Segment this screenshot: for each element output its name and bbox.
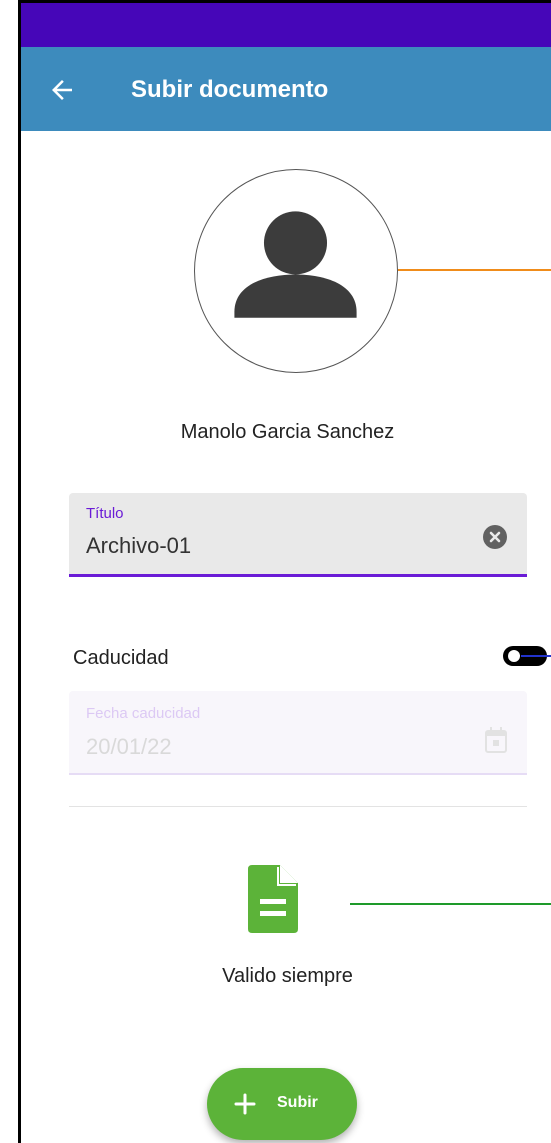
connector-line (350, 903, 551, 905)
title-field-value[interactable]: Archivo-01 (86, 533, 191, 559)
expiry-date-label: Fecha caducidad (86, 705, 201, 722)
connector-line (521, 655, 551, 657)
expiry-label: Caducidad (73, 647, 169, 669)
calendar-icon (485, 727, 507, 753)
title-field[interactable]: Título Archivo-01 (69, 493, 527, 577)
toggle-knob (508, 650, 520, 662)
divider (69, 806, 527, 807)
page-title: Subir documento (131, 76, 329, 103)
clear-circle-icon[interactable] (483, 525, 507, 549)
expiry-date-value: 20/01/22 (86, 734, 172, 759)
app-frame: Subir documento Manolo Garcia Sanchez Tí… (18, 0, 551, 1143)
user-name: Manolo Garcia Sanchez (180, 421, 395, 443)
arrow-left-icon[interactable] (47, 75, 77, 105)
avatar[interactable] (194, 169, 398, 373)
document-icon[interactable] (248, 865, 298, 933)
app-bar: Subir documento (21, 47, 551, 131)
connector-line (398, 269, 551, 271)
person-icon (234, 211, 357, 318)
expiry-date-field: Fecha caducidad 20/01/22 (69, 691, 527, 775)
status-bar (21, 3, 551, 47)
expiry-row: Caducidad (73, 643, 547, 673)
title-field-label: Título (86, 505, 124, 522)
document-caption: Valido siempre (222, 965, 353, 987)
plus-icon (234, 1093, 256, 1115)
upload-button-label: Subir (277, 1094, 318, 1111)
upload-button[interactable]: Subir (207, 1068, 357, 1140)
